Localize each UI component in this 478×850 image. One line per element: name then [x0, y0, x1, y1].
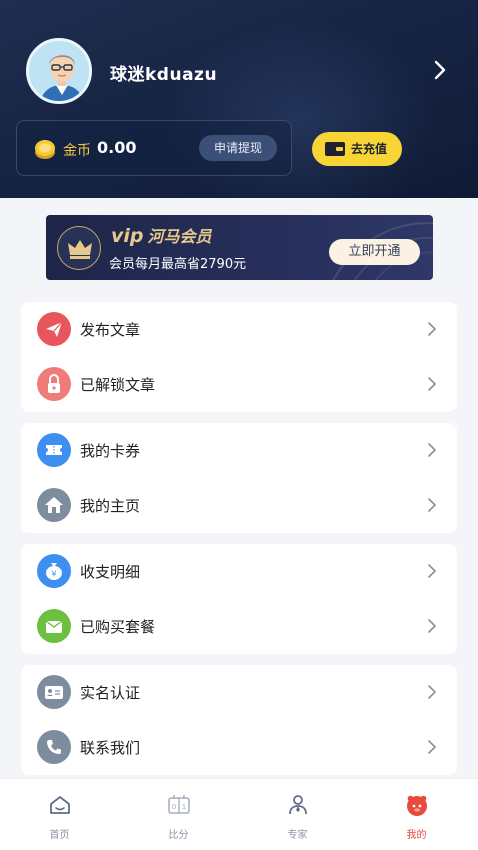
money-bag-icon: ¥ [37, 554, 71, 588]
coin-value: 0.00 [97, 138, 137, 157]
profile-header: 球迷kduazu 金币 0.00 申请提现 去充值 [0, 0, 478, 198]
coin-balance-box: 金币 0.00 申请提现 [16, 120, 292, 176]
menu-item-label: 我的主页 [80, 497, 141, 515]
tab-scores[interactable]: 0 1 比分 [119, 779, 238, 850]
unlock-icon [37, 367, 71, 401]
menu-item-publish-article[interactable]: 发布文章 [21, 302, 457, 357]
menu-item-label: 联系我们 [80, 739, 141, 757]
vip-badge: vip [111, 225, 144, 247]
tab-label: 专家 [287, 830, 308, 841]
tab-label: 我的 [406, 830, 427, 841]
menu-item-purchased-packages[interactable]: 已购买套餐 [21, 599, 457, 654]
crown-icon [57, 226, 101, 270]
coin-label: 金币 [63, 143, 91, 159]
id-card-icon [37, 675, 71, 709]
withdraw-button[interactable]: 申请提现 [199, 135, 277, 161]
menu-item-label: 收支明细 [80, 563, 141, 581]
chevron-right-icon [428, 377, 437, 391]
menu-item-label: 发布文章 [80, 321, 141, 339]
vip-title: vip 河马会员 [111, 223, 212, 247]
svg-text:1: 1 [182, 803, 186, 811]
menu-item-label: 已购买套餐 [80, 618, 156, 636]
menu-item-label: 我的卡券 [80, 442, 141, 460]
menu-item-label: 实名认证 [80, 684, 141, 702]
tab-experts[interactable]: 专家 [238, 779, 357, 850]
chevron-right-icon [428, 564, 437, 578]
svg-text:0: 0 [172, 803, 176, 811]
tab-home[interactable]: 首页 [0, 779, 119, 850]
profile-tab-icon [407, 795, 427, 816]
chevron-right-icon [428, 619, 437, 633]
wallet-icon [325, 142, 345, 156]
menu-item-unlocked-articles[interactable]: 已解锁文章 [21, 357, 457, 412]
send-icon [37, 312, 71, 346]
menu-item-contact-us[interactable]: 联系我们 [21, 720, 457, 775]
home-icon [37, 488, 71, 522]
vip-subtitle: 会员每月最高省2790元 [109, 257, 247, 272]
menu-item-my-homepage[interactable]: 我的主页 [21, 478, 457, 533]
chevron-right-icon [428, 322, 437, 336]
menu-card-finance: ¥ 收支明细 已购买套餐 [21, 544, 457, 654]
chevron-right-icon [428, 498, 437, 512]
vip-title-text: 河马会员 [147, 227, 212, 246]
chevron-right-icon [428, 740, 437, 754]
scoreboard-icon: 0 1 [168, 795, 190, 814]
package-icon [37, 609, 71, 643]
chevron-right-icon [428, 685, 437, 699]
menu-card-personal: 我的卡券 我的主页 [21, 423, 457, 533]
coin-icon [35, 140, 55, 159]
chevron-right-icon [428, 443, 437, 457]
menu-item-real-name-verification[interactable]: 实名认证 [21, 665, 457, 720]
ticket-icon [37, 433, 71, 467]
menu-item-label: 已解锁文章 [80, 376, 156, 394]
avatar[interactable] [26, 38, 92, 104]
menu-card-account: 实名认证 联系我们 [21, 665, 457, 775]
vip-open-button[interactable]: 立即开通 [329, 239, 420, 265]
recharge-button[interactable]: 去充值 [312, 132, 402, 166]
expert-icon [289, 795, 307, 815]
home-tab-icon [50, 796, 70, 814]
menu-item-income-expense[interactable]: ¥ 收支明细 [21, 544, 457, 599]
chevron-right-icon[interactable] [428, 58, 452, 82]
recharge-label: 去充值 [351, 142, 388, 156]
phone-icon [37, 730, 71, 764]
vip-banner[interactable]: vip 河马会员 会员每月最高省2790元 立即开通 [46, 215, 433, 280]
svg-text:¥: ¥ [51, 570, 56, 579]
tab-mine[interactable]: 我的 [357, 779, 476, 850]
menu-card-articles: 发布文章 已解锁文章 [21, 302, 457, 412]
menu-item-my-coupons[interactable]: 我的卡券 [21, 423, 457, 478]
bottom-tab-bar: 首页 0 1 比分 专家 我的 [0, 778, 478, 850]
username[interactable]: 球迷kduazu [110, 60, 217, 85]
tab-label: 比分 [168, 830, 189, 841]
tab-label: 首页 [49, 830, 70, 841]
